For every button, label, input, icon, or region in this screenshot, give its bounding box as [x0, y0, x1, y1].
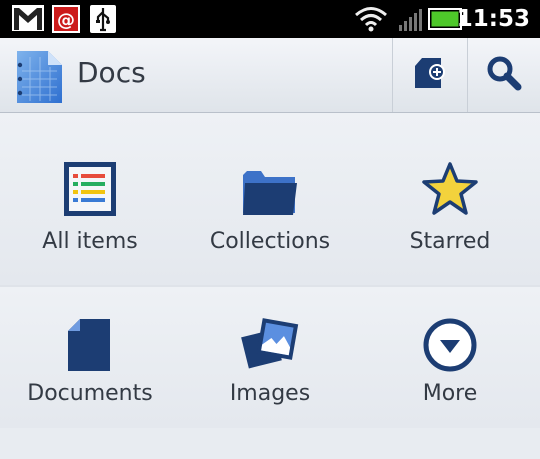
- tile-label: Documents: [27, 381, 153, 406]
- clock: 11:53: [456, 6, 530, 32]
- images-icon: [241, 317, 299, 377]
- tile-collections[interactable]: Collections: [180, 113, 360, 285]
- tile-more[interactable]: More: [360, 287, 540, 459]
- divider: [392, 38, 393, 112]
- tile-starred[interactable]: Starred: [360, 113, 540, 285]
- email-icon: @: [51, 4, 81, 38]
- usb-icon: [89, 4, 117, 38]
- wifi-icon: [354, 6, 388, 36]
- svg-text:@: @: [57, 10, 75, 31]
- tile-label: All items: [42, 229, 138, 254]
- tile-images[interactable]: Images: [180, 287, 360, 459]
- tile-label: Collections: [209, 229, 331, 254]
- app-bar: Docs: [0, 38, 540, 113]
- tile-documents[interactable]: Documents: [0, 287, 180, 459]
- new-document-button[interactable]: [394, 38, 466, 112]
- star-icon: [421, 161, 479, 221]
- tile-all-items[interactable]: All items: [0, 113, 180, 285]
- app-title: Docs: [77, 56, 146, 89]
- search-button[interactable]: [468, 38, 540, 112]
- list-icon: [63, 161, 117, 221]
- docs-logo-icon[interactable]: [12, 49, 64, 109]
- signal-icon: [398, 8, 422, 36]
- gmail-icon: [11, 4, 45, 36]
- tile-label: Images: [229, 381, 311, 406]
- document-icon: [66, 317, 114, 377]
- search-icon: [486, 55, 522, 95]
- status-bar: @ 11:53: [0, 0, 540, 38]
- more-icon: [422, 317, 478, 377]
- new-document-icon: [413, 56, 447, 94]
- folder-icon: [241, 161, 299, 221]
- category-grid: All items Collections Starred Documents …: [0, 113, 540, 428]
- grid-row: All items Collections Starred: [0, 113, 540, 285]
- grid-row: Documents Images More: [0, 287, 540, 428]
- tile-label: Starred: [409, 229, 491, 254]
- tile-label: More: [422, 381, 478, 406]
